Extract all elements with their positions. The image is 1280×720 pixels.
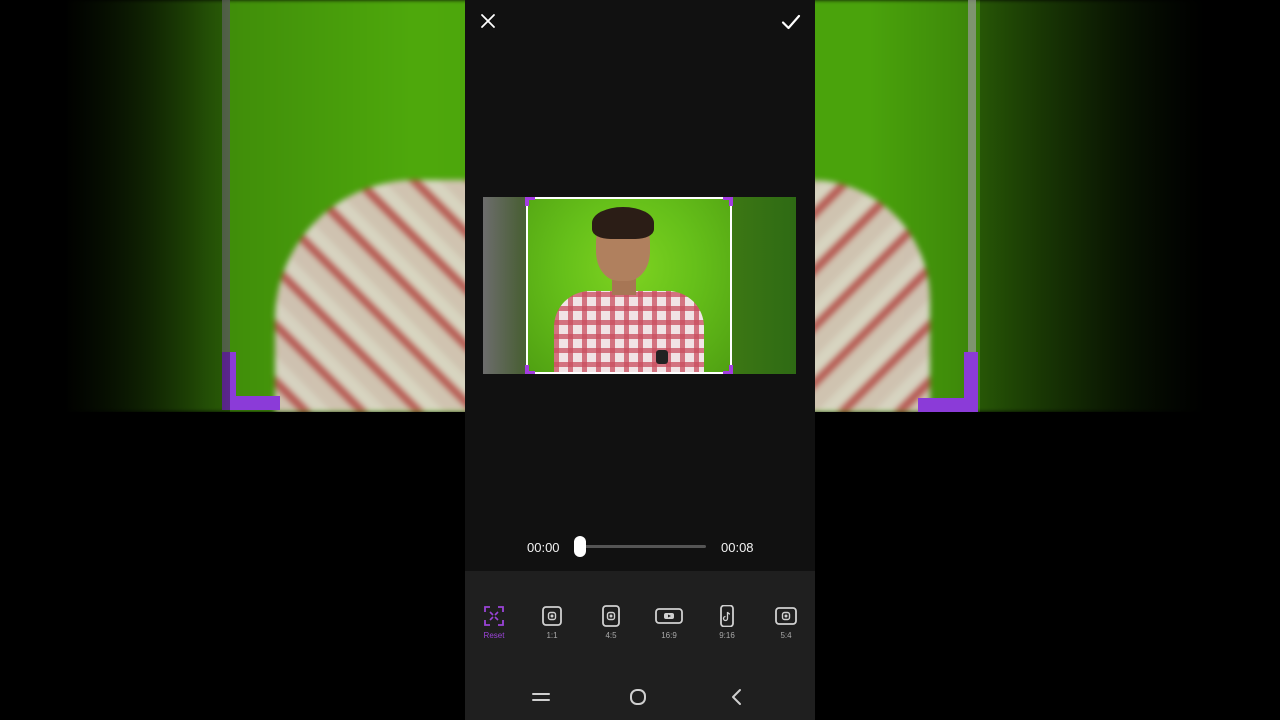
recents-icon[interactable] <box>529 685 553 709</box>
crop-handle-top-left[interactable] <box>525 197 535 206</box>
seek-bar[interactable] <box>579 545 706 548</box>
crop-editor-screen: 00:00 00:08 Reset 1:1 4:5 16:9 9:16 5:4 <box>465 0 815 720</box>
ratio-label: 4:5 <box>605 631 617 640</box>
background-corner-right <box>918 352 978 412</box>
ratio-4-5-button[interactable]: 4:5 <box>591 605 631 640</box>
ratio-label: 16:9 <box>661 631 677 640</box>
video-preview <box>483 197 796 374</box>
ratio-1-1-button[interactable]: 1:1 <box>532 605 572 640</box>
seek-thumb[interactable] <box>574 536 586 557</box>
checkmark-icon[interactable] <box>779 10 803 34</box>
ratio-label: Reset <box>483 631 505 640</box>
instagram-icon <box>542 606 562 626</box>
crop-handle-top-right[interactable] <box>723 197 733 206</box>
background-corner-left <box>222 352 280 410</box>
current-time: 00:00 <box>527 540 560 555</box>
ratio-label: 1:1 <box>546 631 558 640</box>
instagram-icon <box>775 607 797 625</box>
ratio-5-4-button[interactable]: 5:4 <box>766 605 806 640</box>
tiktok-icon <box>720 605 734 627</box>
ratio-label: 5:4 <box>780 631 792 640</box>
home-icon[interactable] <box>626 685 650 709</box>
crop-frame[interactable] <box>525 197 733 374</box>
crop-handle-bottom-left[interactable] <box>525 365 535 374</box>
crop-reset-icon <box>484 606 504 626</box>
instagram-icon <box>602 605 620 627</box>
background-frame-right <box>968 0 976 410</box>
ratio-label: 9:16 <box>719 631 735 640</box>
total-time: 00:08 <box>721 540 754 555</box>
ratio-16-9-button[interactable]: 16:9 <box>649 605 689 640</box>
ratio-reset-button[interactable]: Reset <box>474 605 514 640</box>
crop-handle-bottom-right[interactable] <box>723 365 733 374</box>
close-icon[interactable] <box>477 10 499 32</box>
back-icon[interactable] <box>725 685 749 709</box>
youtube-icon <box>655 608 683 624</box>
system-nav-bar <box>465 673 815 720</box>
ratio-9-16-button[interactable]: 9:16 <box>707 605 747 640</box>
aspect-ratio-toolbar: Reset 1:1 4:5 16:9 9:16 5:4 <box>465 571 815 673</box>
